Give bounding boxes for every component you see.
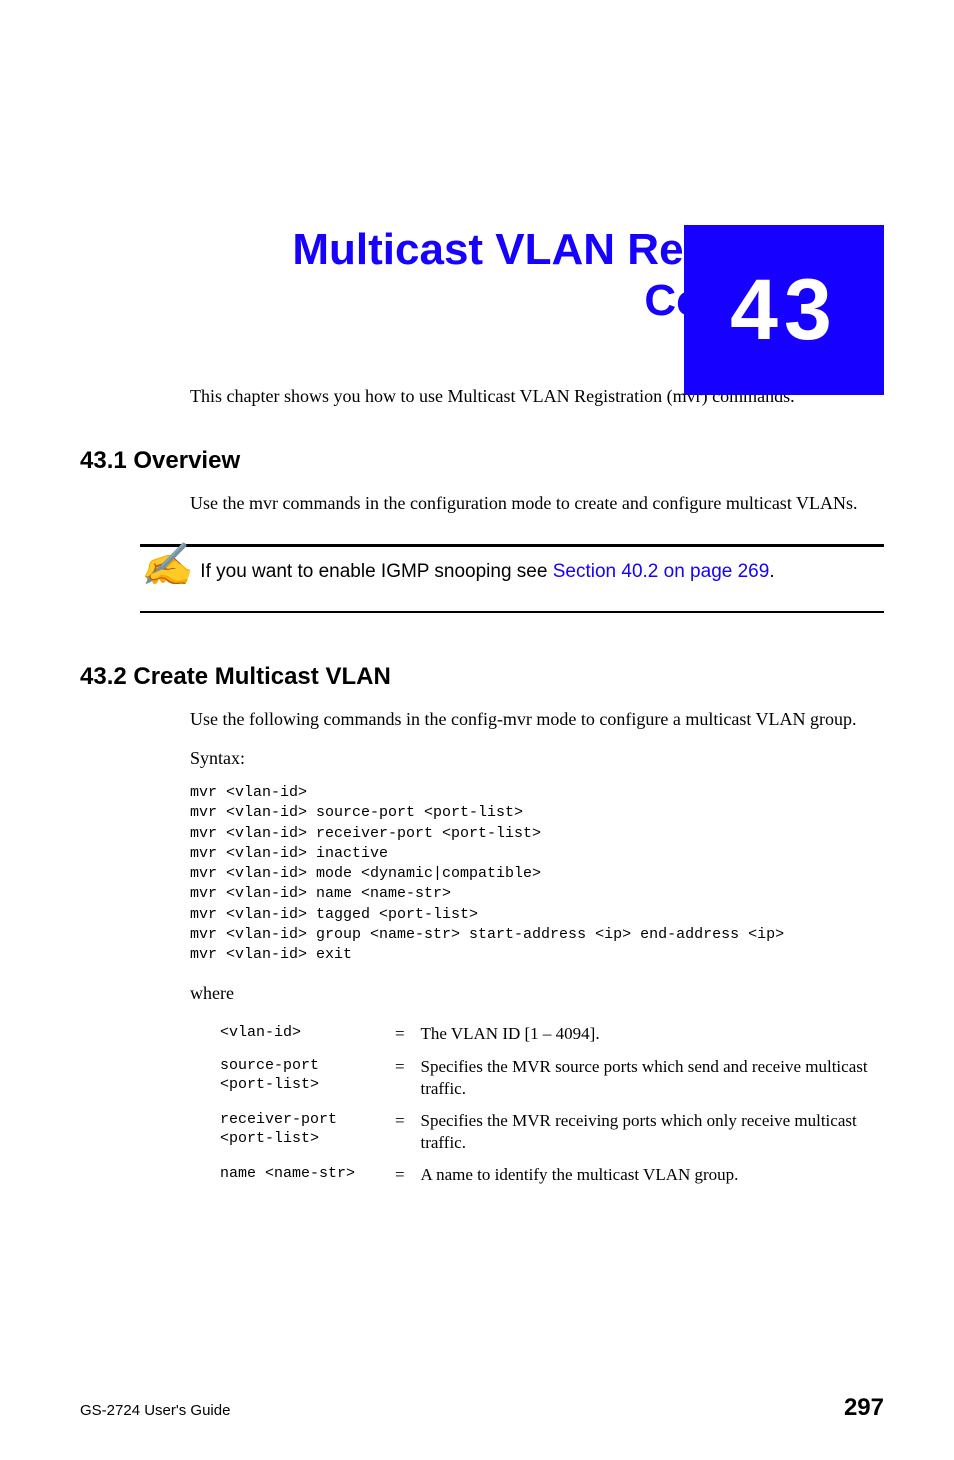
param-name: source-port <port-list> bbox=[220, 1051, 387, 1105]
param-desc: A name to identify the multicast VLAN gr… bbox=[421, 1159, 885, 1191]
param-name: name <name-str> bbox=[220, 1159, 387, 1191]
table-row: source-port <port-list> = Specifies the … bbox=[220, 1051, 884, 1105]
note-rule-top bbox=[140, 544, 884, 547]
parameter-table: <vlan-id> = The VLAN ID [1 – 4094]. sour… bbox=[220, 1018, 884, 1191]
equals: = bbox=[387, 1051, 420, 1105]
equals: = bbox=[387, 1159, 420, 1191]
note-icon: ✍ bbox=[140, 545, 192, 587]
equals: = bbox=[387, 1018, 420, 1050]
footer-page-number: 297 bbox=[844, 1394, 884, 1422]
section-heading-create: 43.2 Create Multicast VLAN bbox=[80, 663, 884, 691]
page-footer: GS-2724 User's Guide 297 bbox=[80, 1394, 884, 1422]
table-row: name <name-str> = A name to identify the… bbox=[220, 1159, 884, 1191]
note-text-after: . bbox=[769, 561, 774, 582]
note-block: ✍ If you want to enable IGMP snooping se… bbox=[140, 544, 884, 613]
table-row: <vlan-id> = The VLAN ID [1 – 4094]. bbox=[220, 1018, 884, 1050]
param-desc: Specifies the MVR source ports which sen… bbox=[421, 1051, 885, 1105]
footer-doc-title: GS-2724 User's Guide bbox=[80, 1402, 230, 1419]
section-heading-overview: 43.1 Overview bbox=[80, 447, 884, 475]
table-row: receiver-port <port-list> = Specifies th… bbox=[220, 1105, 884, 1159]
note-text: If you want to enable IGMP snooping see … bbox=[200, 557, 774, 583]
note-text-before: If you want to enable IGMP snooping see bbox=[200, 561, 552, 582]
note-link[interactable]: Section 40.2 on page 269 bbox=[553, 561, 770, 582]
param-desc: Specifies the MVR receiving ports which … bbox=[421, 1105, 885, 1159]
param-name: <vlan-id> bbox=[220, 1018, 387, 1050]
syntax-label: Syntax: bbox=[190, 748, 884, 769]
param-desc: The VLAN ID [1 – 4094]. bbox=[421, 1018, 885, 1050]
overview-body: Use the mvr commands in the configuratio… bbox=[190, 493, 884, 514]
syntax-block: mvr <vlan-id> mvr <vlan-id> source-port … bbox=[190, 783, 884, 965]
chapter-number-box: 43 bbox=[684, 225, 884, 395]
param-name: receiver-port <port-list> bbox=[220, 1105, 387, 1159]
chapter-number: 43 bbox=[730, 261, 838, 360]
equals: = bbox=[387, 1105, 420, 1159]
where-label: where bbox=[190, 983, 884, 1004]
note-rule-bottom bbox=[140, 611, 884, 613]
create-body: Use the following commands in the config… bbox=[190, 709, 884, 730]
